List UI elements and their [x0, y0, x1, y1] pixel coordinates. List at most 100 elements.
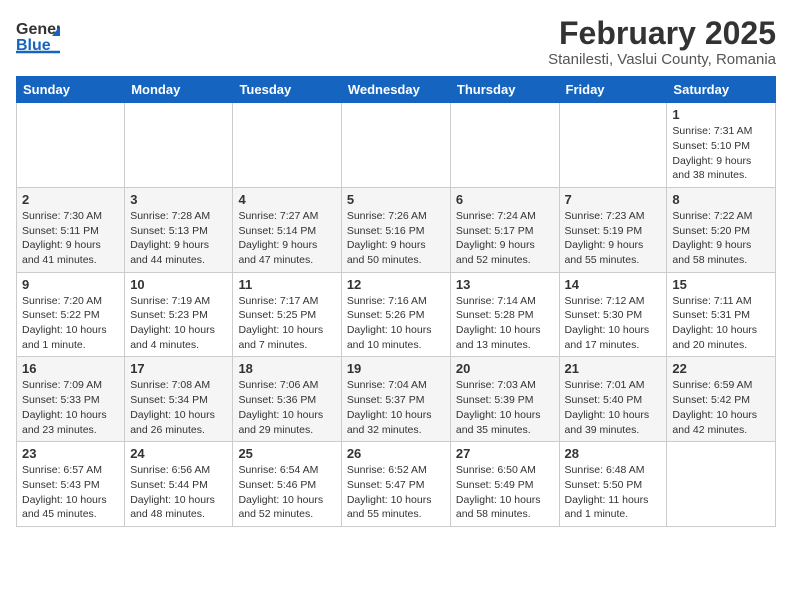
calendar-cell: 6Sunrise: 7:24 AM Sunset: 5:17 PM Daylig… [450, 187, 559, 272]
calendar-cell: 19 Sunrise: 7:04 AM Sunset: 5:37 PM Dayli… [341, 357, 450, 442]
calendar-cell: 9 Sunrise: 7:20 AM Sunset: 5:22 PM Daylig… [17, 272, 125, 357]
calendar-cell: 15 Sunrise: 7:11 AM Sunset: 5:31 PM Dayli… [667, 272, 776, 357]
calendar-cell: 2 Sunrise: 7:30 AM Sunset: 5:11 PM Daylig… [17, 187, 125, 272]
weekday-header-tuesday: Tuesday [233, 77, 341, 103]
calendar-cell: 7Sunrise: 7:23 AM Sunset: 5:19 PM Daylig… [559, 187, 667, 272]
calendar-week-row: 2 Sunrise: 7:30 AM Sunset: 5:11 PM Daylig… [17, 187, 776, 272]
weekday-header-wednesday: Wednesday [341, 77, 450, 103]
day-number: 26 [347, 446, 445, 461]
calendar-cell: 14 Sunrise: 7:12 AM Sunset: 5:30 PM Dayli… [559, 272, 667, 357]
day-info: Sunrise: 7:11 AM Sunset: 5:31 PM Dayligh… [672, 294, 770, 353]
day-info: Sunrise: 7:03 AM Sunset: 5:39 PM Dayligh… [456, 378, 554, 437]
day-number: 24 [130, 446, 227, 461]
day-info: Sunrise: 7:17 AM Sunset: 5:25 PM Dayligh… [238, 294, 335, 353]
calendar-cell: 28 Sunrise: 6:48 AM Sunset: 5:50 PM Dayli… [559, 442, 667, 527]
calendar-cell: 3 Sunrise: 7:28 AM Sunset: 5:13 PM Daylig… [125, 187, 233, 272]
weekday-header-thursday: Thursday [450, 77, 559, 103]
calendar-cell: 1 Sunrise: 7:31 AM Sunset: 5:10 PM Daylig… [667, 103, 776, 188]
month-title: February 2025 [548, 16, 776, 51]
day-info: Sunrise: 6:48 AM Sunset: 5:50 PM Dayligh… [565, 463, 662, 522]
day-number: 9 [22, 277, 119, 292]
calendar-cell: 10 Sunrise: 7:19 AM Sunset: 5:23 PM Dayli… [125, 272, 233, 357]
calendar-cell: 4 Sunrise: 7:27 AM Sunset: 5:14 PM Daylig… [233, 187, 341, 272]
title-block: February 2025 Stanilesti, Vaslui County,… [548, 16, 776, 68]
location-title: Stanilesti, Vaslui County, Romania [548, 51, 776, 68]
calendar-cell [17, 103, 125, 188]
calendar-cell [233, 103, 341, 188]
day-info: Sunrise: 7:01 AM Sunset: 5:40 PM Dayligh… [565, 378, 662, 437]
weekday-header-row: SundayMondayTuesdayWednesdayThursdayFrid… [17, 77, 776, 103]
day-number: 4 [238, 192, 335, 207]
day-info: Sunrise: 7:30 AM Sunset: 5:11 PM Dayligh… [22, 209, 119, 268]
logo-icon: General Blue [16, 16, 60, 54]
day-number: 11 [238, 277, 335, 292]
calendar-week-row: 23 Sunrise: 6:57 AM Sunset: 5:43 PM Dayli… [17, 442, 776, 527]
day-number: 19 [347, 361, 445, 376]
day-info: Sunrise: 6:54 AM Sunset: 5:46 PM Dayligh… [238, 463, 335, 522]
day-info: Sunrise: 6:57 AM Sunset: 5:43 PM Dayligh… [22, 463, 119, 522]
day-info: Sunrise: 6:52 AM Sunset: 5:47 PM Dayligh… [347, 463, 445, 522]
day-info: Sunrise: 7:04 AM Sunset: 5:37 PM Dayligh… [347, 378, 445, 437]
weekday-header-friday: Friday [559, 77, 667, 103]
calendar-cell: 18 Sunrise: 7:06 AM Sunset: 5:36 PM Dayli… [233, 357, 341, 442]
calendar-cell [450, 103, 559, 188]
day-number: 5 [347, 192, 445, 207]
calendar-cell: 13 Sunrise: 7:14 AM Sunset: 5:28 PM Dayli… [450, 272, 559, 357]
day-info: Sunrise: 6:59 AM Sunset: 5:42 PM Dayligh… [672, 378, 770, 437]
calendar-cell [559, 103, 667, 188]
day-info: Sunrise: 7:12 AM Sunset: 5:30 PM Dayligh… [565, 294, 662, 353]
day-number: 17 [130, 361, 227, 376]
calendar-cell: 20 Sunrise: 7:03 AM Sunset: 5:39 PM Dayli… [450, 357, 559, 442]
page-header: General Blue February 2025 Stanilesti, V… [16, 16, 776, 68]
day-info: Sunrise: 7:22 AM Sunset: 5:20 PM Dayligh… [672, 209, 770, 268]
day-number: 16 [22, 361, 119, 376]
day-info: Sunrise: 7:14 AM Sunset: 5:28 PM Dayligh… [456, 294, 554, 353]
day-info: Sunrise: 7:24 AM Sunset: 5:17 PM Dayligh… [456, 209, 554, 268]
day-number: 23 [22, 446, 119, 461]
day-number: 8 [672, 192, 770, 207]
calendar-cell: 27Sunrise: 6:50 AM Sunset: 5:49 PM Dayli… [450, 442, 559, 527]
day-info: Sunrise: 7:26 AM Sunset: 5:16 PM Dayligh… [347, 209, 445, 268]
day-number: 3 [130, 192, 227, 207]
day-info: Sunrise: 7:20 AM Sunset: 5:22 PM Dayligh… [22, 294, 119, 353]
calendar-cell: 5 Sunrise: 7:26 AM Sunset: 5:16 PM Daylig… [341, 187, 450, 272]
day-info: Sunrise: 6:50 AM Sunset: 5:49 PM Dayligh… [456, 463, 554, 522]
day-number: 13 [456, 277, 554, 292]
calendar-cell: 25Sunrise: 6:54 AM Sunset: 5:46 PM Dayli… [233, 442, 341, 527]
calendar-cell: 12Sunrise: 7:16 AM Sunset: 5:26 PM Dayli… [341, 272, 450, 357]
day-number: 12 [347, 277, 445, 292]
day-info: Sunrise: 7:27 AM Sunset: 5:14 PM Dayligh… [238, 209, 335, 268]
calendar-cell [341, 103, 450, 188]
calendar-cell [667, 442, 776, 527]
day-info: Sunrise: 7:06 AM Sunset: 5:36 PM Dayligh… [238, 378, 335, 437]
logo: General Blue [16, 16, 60, 54]
weekday-header-sunday: Sunday [17, 77, 125, 103]
day-info: Sunrise: 6:56 AM Sunset: 5:44 PM Dayligh… [130, 463, 227, 522]
day-info: Sunrise: 7:28 AM Sunset: 5:13 PM Dayligh… [130, 209, 227, 268]
day-number: 10 [130, 277, 227, 292]
day-number: 15 [672, 277, 770, 292]
day-info: Sunrise: 7:31 AM Sunset: 5:10 PM Dayligh… [672, 124, 770, 183]
day-number: 20 [456, 361, 554, 376]
day-number: 1 [672, 107, 770, 122]
day-info: Sunrise: 7:19 AM Sunset: 5:23 PM Dayligh… [130, 294, 227, 353]
day-number: 18 [238, 361, 335, 376]
calendar-week-row: 16 Sunrise: 7:09 AM Sunset: 5:33 PM Dayli… [17, 357, 776, 442]
day-number: 7 [565, 192, 662, 207]
day-number: 28 [565, 446, 662, 461]
calendar-table: SundayMondayTuesdayWednesdayThursdayFrid… [16, 76, 776, 527]
calendar-cell: 11 Sunrise: 7:17 AM Sunset: 5:25 PM Dayli… [233, 272, 341, 357]
calendar-week-row: 9 Sunrise: 7:20 AM Sunset: 5:22 PM Daylig… [17, 272, 776, 357]
day-number: 14 [565, 277, 662, 292]
calendar-cell [125, 103, 233, 188]
day-info: Sunrise: 7:08 AM Sunset: 5:34 PM Dayligh… [130, 378, 227, 437]
calendar-week-row: 1 Sunrise: 7:31 AM Sunset: 5:10 PM Daylig… [17, 103, 776, 188]
calendar-cell: 23 Sunrise: 6:57 AM Sunset: 5:43 PM Dayli… [17, 442, 125, 527]
day-info: Sunrise: 7:09 AM Sunset: 5:33 PM Dayligh… [22, 378, 119, 437]
day-number: 21 [565, 361, 662, 376]
day-number: 22 [672, 361, 770, 376]
calendar-cell: 16 Sunrise: 7:09 AM Sunset: 5:33 PM Dayli… [17, 357, 125, 442]
calendar-cell: 8 Sunrise: 7:22 AM Sunset: 5:20 PM Daylig… [667, 187, 776, 272]
day-number: 2 [22, 192, 119, 207]
weekday-header-monday: Monday [125, 77, 233, 103]
